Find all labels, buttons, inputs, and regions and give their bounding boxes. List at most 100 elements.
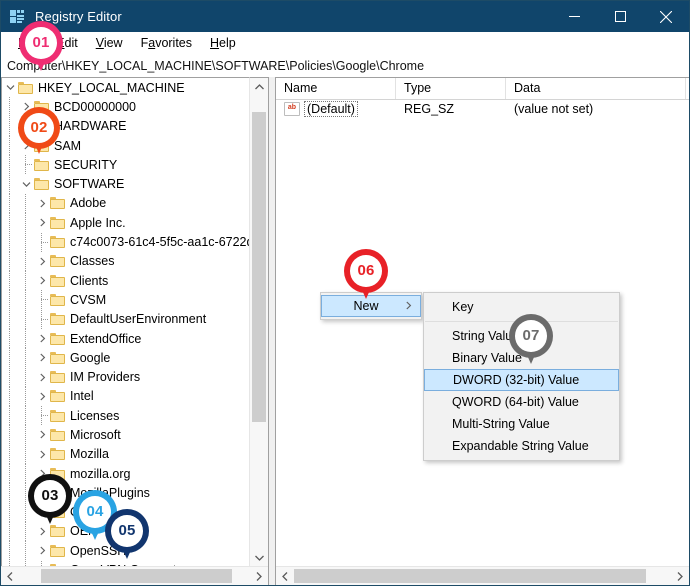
callout-badge-06: 06 (344, 249, 388, 299)
tree-indent-guide (18, 348, 34, 368)
callout-inner: 06 (350, 255, 382, 287)
folder-icon (50, 293, 65, 306)
chevron-right-icon[interactable] (34, 271, 50, 290)
tree-item-adobe[interactable]: Adobe (2, 193, 250, 213)
chevron-right-icon[interactable] (34, 348, 50, 367)
callout-number: 01 (32, 34, 50, 52)
chevron-right-icon[interactable] (34, 213, 50, 232)
submenu-item-qword-64-bit-value[interactable]: QWORD (64-bit) Value (424, 391, 619, 413)
tree-item-apple-inc[interactable]: Apple Inc. (2, 213, 250, 233)
tree-item-cvsm[interactable]: CVSM (2, 290, 250, 310)
scroll-left-icon[interactable] (1, 567, 19, 585)
registry-editor-window: Registry Editor File Edit View Favorites… (0, 0, 690, 586)
listview-header: Name Type Data (276, 77, 689, 100)
tree-item-intel[interactable]: Intel (2, 386, 250, 406)
tree-indent-guide (2, 193, 18, 213)
chevron-right-icon[interactable] (34, 329, 50, 348)
tree-item-clients[interactable]: Clients (2, 271, 250, 291)
tree-indent-guide (2, 290, 18, 310)
values-horizontal-scrollbar[interactable] (276, 566, 689, 585)
folder-icon (50, 544, 65, 557)
menu-view[interactable]: View (87, 32, 132, 54)
submenu-item-label: Expandable String Value (452, 439, 589, 453)
chevron-right-icon[interactable] (34, 252, 50, 271)
tree-item-hkey-local-machine[interactable]: HKEY_LOCAL_MACHINE (2, 78, 250, 97)
tree-item-microsoft[interactable]: Microsoft (2, 425, 250, 445)
callout-number: 06 (357, 262, 375, 280)
value-name-cell[interactable]: ab (Default) (276, 101, 396, 117)
address-bar[interactable]: Computer\HKEY_LOCAL_MACHINE\SOFTWARE\Pol… (1, 55, 689, 78)
tree-vertical-scrollbar[interactable] (249, 77, 268, 567)
tree-item-c74c0073-61c4-5f5c-aa1c-6722d538bc46[interactable]: c74c0073-61c4-5f5c-aa1c-6722d538bc46 (2, 232, 250, 252)
maximize-icon[interactable] (597, 1, 643, 32)
callout-number: 04 (86, 503, 104, 521)
tree-item-google[interactable]: Google (2, 348, 250, 368)
tree-item-security[interactable]: SECURITY (2, 155, 250, 175)
listview-column-type[interactable]: Type (396, 78, 506, 99)
tree-indent-guide (18, 541, 34, 561)
folder-icon (50, 409, 65, 422)
chevron-right-icon[interactable] (34, 445, 50, 464)
chevron-right-icon[interactable] (34, 194, 50, 213)
scroll-up-icon[interactable] (250, 78, 268, 96)
tree-leaf-stub (34, 290, 50, 310)
submenu-item-expandable-string-value[interactable]: Expandable String Value (424, 435, 619, 457)
tree-hscroll-thumb[interactable] (41, 569, 232, 583)
chevron-right-icon[interactable] (34, 522, 50, 541)
tree-scroll-thumb[interactable] (252, 112, 266, 422)
tree-item-software[interactable]: SOFTWARE (2, 174, 250, 194)
tree-indent-guide (2, 174, 18, 194)
chevron-down-icon[interactable] (2, 78, 18, 97)
tree-item-defaultuserenvironment[interactable]: DefaultUserEnvironment (2, 309, 250, 329)
folder-icon (50, 428, 65, 441)
callout-inner: 01 (25, 27, 57, 59)
tree-item-classes[interactable]: Classes (2, 251, 250, 271)
tree-item-licenses[interactable]: Licenses (2, 406, 250, 426)
submenu-item-multi-string-value[interactable]: Multi-String Value (424, 413, 619, 435)
tree-item-im-providers[interactable]: IM Providers (2, 367, 250, 387)
values-hscroll-thumb[interactable] (294, 569, 646, 583)
scroll-right-icon[interactable] (671, 567, 689, 585)
scroll-down-icon[interactable] (250, 549, 268, 567)
tree-item-mozilla[interactable]: Mozilla (2, 444, 250, 464)
callout-number: 07 (522, 327, 540, 345)
folder-icon (50, 274, 65, 287)
folder-icon (50, 525, 65, 538)
chevron-down-icon[interactable] (18, 175, 34, 194)
tree-indent-guide (2, 406, 18, 426)
submenu-item-label: Multi-String Value (452, 417, 550, 431)
menu-favorites[interactable]: Favorites (132, 32, 201, 54)
close-icon[interactable] (643, 1, 689, 32)
folder-icon (50, 351, 65, 364)
submenu-arrow-icon (405, 299, 412, 313)
menu-help[interactable]: Help (201, 32, 245, 54)
scroll-right-icon[interactable] (250, 567, 268, 585)
callout-inner: 03 (34, 480, 66, 512)
listview-column-name[interactable]: Name (276, 78, 396, 99)
values-hscroll-track[interactable] (294, 567, 671, 585)
callout-badge-07: 07 (509, 314, 553, 364)
folder-icon (50, 313, 65, 326)
tree-item-label: Microsoft (70, 427, 121, 442)
callout-inner: 07 (515, 320, 547, 352)
tree-item-label: SECURITY (54, 157, 118, 172)
tree-item-extendoffice[interactable]: ExtendOffice (2, 329, 250, 348)
submenu-item-dword-32-bit-value[interactable]: DWORD (32-bit) Value (424, 369, 619, 391)
tree-indent-guide (2, 483, 18, 503)
minimize-icon[interactable] (551, 1, 597, 32)
callout-number: 02 (30, 119, 48, 137)
chevron-right-icon[interactable] (34, 368, 50, 387)
listview-row[interactable]: ab (Default) REG_SZ (value not set) (276, 99, 689, 119)
callout-inner: 05 (111, 515, 143, 547)
chevron-right-icon[interactable] (34, 387, 50, 406)
tree-item-label: HKEY_LOCAL_MACHINE (38, 80, 185, 95)
tree-item-label: DefaultUserEnvironment (70, 312, 207, 327)
scroll-left-icon[interactable] (276, 567, 294, 585)
chevron-right-icon[interactable] (34, 425, 50, 444)
tree-hscroll-track[interactable] (19, 567, 250, 585)
tree-horizontal-scrollbar[interactable] (1, 566, 268, 585)
chevron-right-icon[interactable] (34, 541, 50, 560)
tree-item-label: ExtendOffice (70, 331, 142, 346)
callout-badge-02: 02 (18, 107, 60, 155)
listview-column-data[interactable]: Data (506, 78, 686, 99)
